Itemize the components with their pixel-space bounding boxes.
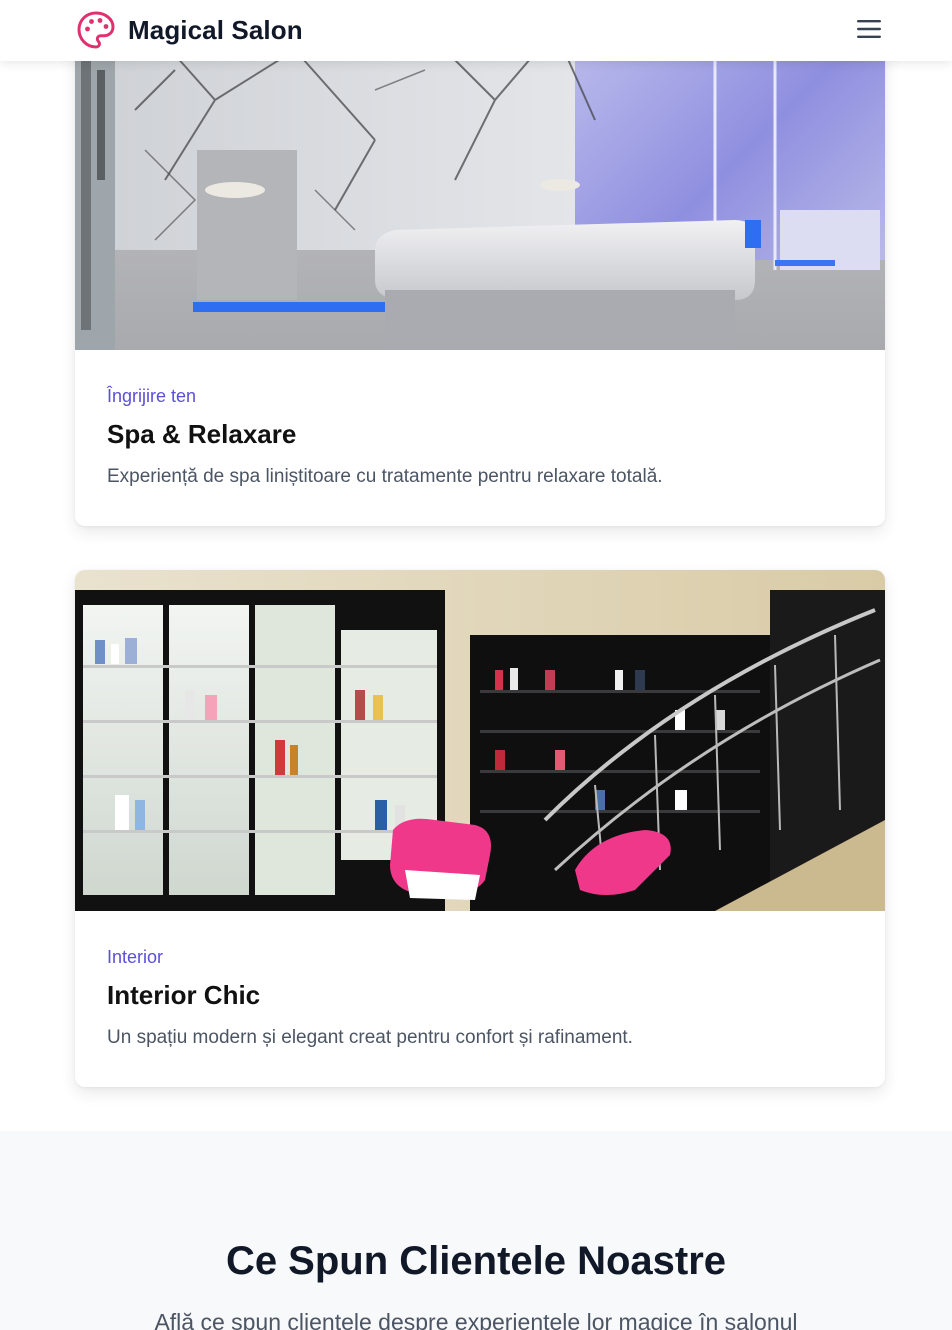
card-description: Un spațiu modern și elegant creat pentru… (107, 1027, 633, 1048)
hamburger-menu-icon (857, 20, 881, 38)
menu-button[interactable] (852, 14, 886, 44)
site-header: Magical Salon (0, 0, 952, 61)
brand-name: Magical Salon (128, 14, 303, 45)
section-subtitle: Află ce spun clientele despre experiențe… (154, 1309, 798, 1330)
card-description: Experiență de spa liniștitoare cu tratam… (107, 466, 663, 487)
section-title: Ce Spun Clientele Noastre (225, 1239, 727, 1283)
palette-icon (77, 11, 115, 49)
gallery-card-spa[interactable]: Îngrijire ten Spa & Relaxare Experiență … (75, 0, 885, 526)
gallery-card-interior[interactable]: Interior Interior Chic Un spațiu modern … (75, 570, 885, 1087)
card-title: Interior Chic (107, 980, 261, 1010)
interior-photo (75, 570, 885, 911)
testimonials-section: Ce Spun Clientele Noastre Află ce spun c… (0, 1131, 952, 1330)
card-title: Spa & Relaxare (107, 419, 297, 449)
card-category: Interior (107, 947, 164, 967)
brand-link[interactable]: Magical Salon (76, 10, 303, 50)
card-category: Îngrijire ten (107, 386, 197, 406)
